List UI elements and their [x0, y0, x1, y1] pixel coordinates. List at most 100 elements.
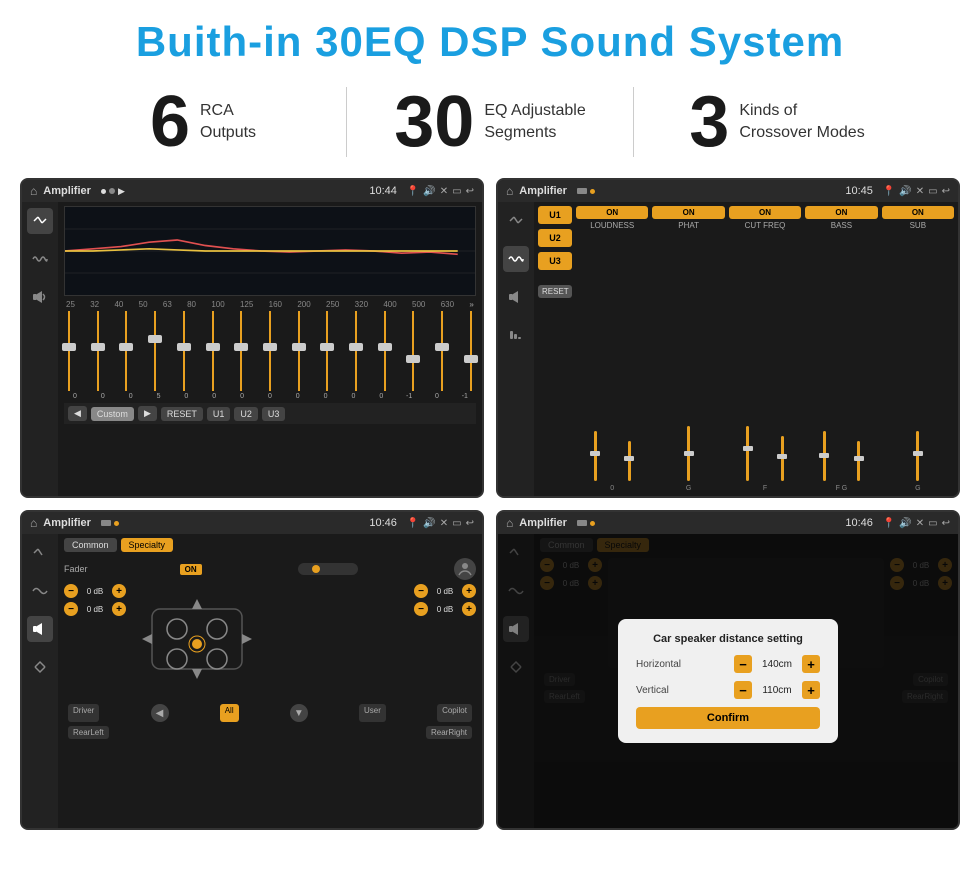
eq-slider-13[interactable] [412, 311, 414, 391]
horizontal-plus-btn[interactable]: + [802, 655, 820, 673]
left-arrow-icon[interactable]: ◀ [151, 704, 169, 722]
eq-prev-btn[interactable]: ◀ [68, 406, 87, 421]
eq-slider-1[interactable] [68, 311, 70, 391]
fader-sidebar-eq-icon[interactable] [27, 540, 53, 566]
user-label[interactable]: User [359, 704, 386, 722]
crossover-sidebar-active-icon[interactable] [503, 246, 529, 272]
crossover-sidebar-eq-icon[interactable] [503, 208, 529, 234]
eq-slider-8[interactable] [269, 311, 271, 391]
channel-bass: ON BASS F G [805, 206, 877, 492]
left-top-plus[interactable]: + [112, 584, 126, 598]
eq-u3-btn[interactable]: U3 [262, 407, 286, 421]
eq-slider-4[interactable] [154, 311, 156, 391]
eq-sidebar-wave-icon[interactable] [27, 246, 53, 272]
phat-on-btn[interactable]: ON [652, 206, 724, 219]
dialog-title: Car speaker distance setting [636, 633, 820, 645]
stat-rca-number: 6 [150, 86, 190, 158]
eq-slider-10[interactable] [326, 311, 328, 391]
eq-slider-11[interactable] [355, 311, 357, 391]
bass-on-btn[interactable]: ON [805, 206, 877, 219]
eq-slider-2[interactable] [97, 311, 99, 391]
driver-label[interactable]: Driver [68, 704, 99, 722]
freq-100: 100 [211, 300, 224, 309]
fader-tab-common[interactable]: Common [64, 538, 117, 552]
right-top-plus[interactable]: + [462, 584, 476, 598]
rear-right-label[interactable]: RearRight [426, 726, 472, 739]
right-bottom-plus[interactable]: + [462, 602, 476, 616]
dialog-volume-icon: 🔊 [899, 518, 911, 529]
sub-on-btn[interactable]: ON [882, 206, 954, 219]
fader-status-dots [101, 520, 119, 526]
dialog-icons-right: 📍 🔊 ✕ ▭ ↩ [883, 518, 950, 529]
left-bottom-minus[interactable]: − [64, 602, 78, 616]
right-top-minus[interactable]: − [414, 584, 428, 598]
channel-cutfreq: ON CUT FREQ F [729, 206, 801, 492]
eq-slider-6[interactable] [212, 311, 214, 391]
preset-u1[interactable]: U1 [538, 206, 572, 224]
minimize-icon: ▭ [452, 186, 461, 197]
fader-home-icon[interactable]: ⌂ [30, 516, 37, 530]
eq-sidebar-speaker-icon[interactable] [27, 284, 53, 310]
horizontal-minus-btn[interactable]: − [734, 655, 752, 673]
eq-slider-14[interactable] [441, 311, 443, 391]
fader-tab-specialty[interactable]: Specialty [121, 538, 174, 552]
eq-slider-9[interactable] [298, 311, 300, 391]
loudness-on-btn[interactable]: ON [576, 206, 648, 219]
vertical-plus-btn[interactable]: + [802, 681, 820, 699]
screen-fader: ⌂ Amplifier 10:46 📍 🔊 ✕ ▭ ↩ [20, 510, 484, 830]
crossover-sidebar-speaker-icon[interactable] [503, 284, 529, 310]
preset-u2[interactable]: U2 [538, 229, 572, 247]
vertical-minus-btn[interactable]: − [734, 681, 752, 699]
cutfreq-on-btn[interactable]: ON [729, 206, 801, 219]
eq-val-9: 0 [291, 393, 305, 400]
crossover-app-name: Amplifier [519, 185, 567, 197]
eq-val-14: 0 [430, 393, 444, 400]
down-arrow-icon[interactable]: ▼ [290, 704, 308, 722]
dialog-time: 10:46 [845, 517, 873, 529]
eq-slider-12[interactable] [384, 311, 386, 391]
eq-reset-btn[interactable]: RESET [161, 407, 203, 421]
eq-next-btn[interactable]: ▶ [138, 406, 157, 421]
eq-u1-btn[interactable]: U1 [207, 407, 231, 421]
dialog-app-name: Amplifier [519, 517, 567, 529]
crossover-sidebar-vol-icon[interactable] [503, 322, 529, 348]
eq-custom-btn[interactable]: Custom [91, 407, 134, 421]
eq-val-11: 0 [346, 393, 360, 400]
fader-sidebar-arrows-icon[interactable] [27, 654, 53, 680]
copilot-label[interactable]: Copilot [437, 704, 472, 722]
dialog-dot-orange [590, 521, 595, 526]
eq-slider-7[interactable] [240, 311, 242, 391]
home-icon[interactable]: ⌂ [30, 184, 37, 198]
right-bottom-minus[interactable]: − [414, 602, 428, 616]
eq-slider-5[interactable] [183, 311, 185, 391]
left-bottom-plus[interactable]: + [112, 602, 126, 616]
fader-dot-orange [114, 521, 119, 526]
eq-slider-3[interactable] [125, 311, 127, 391]
fader-screen-body: Common Specialty Fader ON [22, 534, 482, 828]
freq-125: 125 [240, 300, 253, 309]
dialog-horizontal-label: Horizontal [636, 659, 681, 670]
freq-250: 250 [326, 300, 339, 309]
eq-sidebar-eq-icon[interactable] [27, 208, 53, 234]
confirm-button[interactable]: Confirm [636, 707, 820, 729]
crossover-minimize-icon: ▭ [928, 186, 937, 197]
all-label[interactable]: All [220, 704, 239, 722]
close-icon: ✕ [440, 186, 448, 197]
dialog-home-icon[interactable]: ⌂ [506, 516, 513, 530]
fader-sidebar-wave-icon[interactable] [27, 578, 53, 604]
eq-val-13: -1 [402, 393, 416, 400]
eq-slider-15[interactable] [470, 311, 472, 391]
eq-u2-btn[interactable]: U2 [234, 407, 258, 421]
left-top-minus[interactable]: − [64, 584, 78, 598]
crossover-reset[interactable]: RESET [538, 285, 572, 298]
preset-u3[interactable]: U3 [538, 252, 572, 270]
crossover-back-icon: ↩ [942, 186, 950, 197]
fader-profile-icon[interactable] [454, 558, 476, 580]
fader-slider[interactable] [298, 563, 358, 575]
crossover-home-icon[interactable]: ⌂ [506, 184, 513, 198]
freq-500: 500 [412, 300, 425, 309]
rear-left-label[interactable]: RearLeft [68, 726, 109, 739]
freq-200: 200 [297, 300, 310, 309]
fader-sidebar-active-icon[interactable] [27, 616, 53, 642]
expand-icon[interactable]: » [469, 300, 473, 309]
